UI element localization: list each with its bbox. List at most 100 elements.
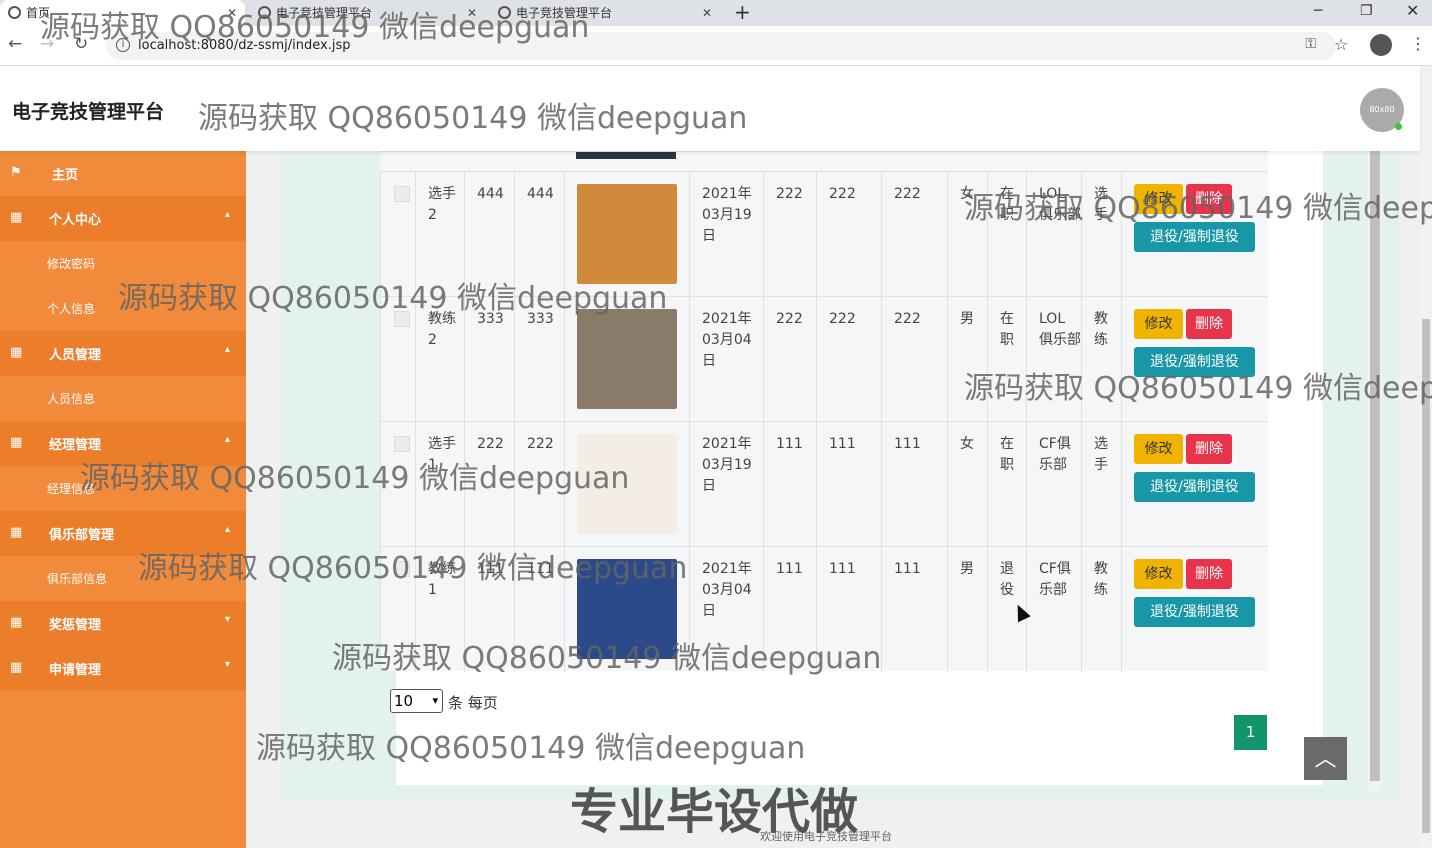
table-cell: 修改 删除退役/强制退役 — [1121, 422, 1268, 547]
sidebar-group-personal[interactable]: ▦ 个人中心 ▴ — [0, 196, 246, 241]
cell-text-line: 在 — [1000, 311, 1014, 327]
grid-icon: ▦ — [10, 615, 23, 630]
photo-thumbnail — [577, 184, 677, 284]
cell-text-line: 职 — [1000, 332, 1014, 348]
cell-text: 111 — [882, 434, 947, 455]
online-status-dot — [1395, 123, 1402, 130]
promo-watermark: 专业毕设代做 — [570, 784, 859, 840]
table-cell: 在职 — [987, 422, 1026, 547]
delete-button[interactable]: 删除 — [1186, 309, 1232, 339]
cell-text: 女 — [948, 434, 987, 455]
cell-text-line: 选手 — [428, 436, 456, 452]
cell-text: 退役 — [988, 559, 1026, 601]
edit-button[interactable]: 修改 — [1134, 559, 1183, 589]
cell-text: 222 — [515, 434, 564, 455]
cell-text-line: 444 — [527, 186, 554, 202]
table-cell: 2021年 03月19 日 — [689, 422, 763, 547]
grid-icon: ▦ — [10, 345, 23, 360]
sidebar-item-label: 个人信息 — [47, 302, 96, 316]
cell-text-line: 乐部 — [1039, 457, 1067, 473]
cell-text: 111 — [764, 434, 816, 455]
cell-text-line: 222 — [776, 186, 803, 202]
cell-text: 222 — [817, 184, 881, 205]
delete-button[interactable]: 删除 — [1186, 559, 1232, 589]
cell-text-line: 444 — [477, 186, 504, 202]
cell-text-line: 2021年 — [702, 436, 752, 452]
cell-text-line: 2021年 — [702, 311, 752, 327]
sidebar-group-staff[interactable]: ▦ 人员管理 ▴ — [0, 331, 246, 376]
sidebar-group-rewards[interactable]: ▦ 奖惩管理 ▾ — [0, 601, 246, 646]
row-checkbox[interactable] — [394, 186, 410, 202]
table-cell: 222 — [763, 172, 816, 297]
new-tab-button[interactable]: + — [734, 0, 751, 24]
menu-kebab-icon[interactable]: ⋮ — [1410, 36, 1426, 52]
key-icon[interactable]: ⚿ — [1305, 36, 1316, 52]
back-icon[interactable]: ← — [8, 34, 22, 54]
maximize-button[interactable]: ❐ — [1360, 0, 1373, 22]
sidebar-item-label: 个人中心 — [49, 213, 102, 228]
per-page-label: 条 每页 — [448, 694, 498, 712]
cell-text-line: 03月04 — [702, 582, 752, 598]
sidebar-item-label: 申请管理 — [49, 663, 102, 678]
back-to-top-button[interactable]: ︿ — [1304, 737, 1347, 780]
grid-icon: ▦ — [10, 435, 23, 450]
page-size-select[interactable]: 10 ▾ — [390, 689, 443, 713]
edit-button[interactable]: 修改 — [1134, 309, 1183, 339]
watermark: 源码获取 QQ86050149 微信deepguan — [40, 10, 590, 45]
table-cell: 111 — [763, 422, 816, 547]
table-cell: 修改 删除退役/强制退役 — [1121, 547, 1268, 672]
sidebar-item-label: 修改密码 — [47, 257, 96, 271]
cell-text-line: 111 — [829, 436, 856, 452]
edit-button[interactable]: 修改 — [1134, 434, 1183, 464]
cell-text-line: 2021年 — [702, 561, 752, 577]
chevron-down-icon: ▾ — [432, 694, 438, 707]
cell-text-line: 俱乐部 — [1039, 332, 1081, 348]
retire-button[interactable]: 退役/强制退役 — [1134, 472, 1255, 502]
row-checkbox[interactable] — [394, 436, 410, 452]
close-window-button[interactable]: ✕ — [1406, 0, 1419, 22]
table-cell: 222 — [816, 297, 881, 422]
cell-text: 222 — [882, 309, 947, 330]
cell-text-line: 日 — [702, 228, 716, 244]
bookmark-star-icon[interactable]: ☆ — [1334, 35, 1348, 54]
chevron-up-icon: ▴ — [225, 434, 231, 445]
profile-icon[interactable] — [1370, 34, 1392, 56]
chevron-up-icon: ▴ — [225, 524, 231, 535]
table-cell: 2021年 03月19 日 — [689, 172, 763, 297]
content-scrollbar[interactable] — [1368, 151, 1382, 791]
cell-text: 选手 — [1082, 434, 1121, 476]
table-cell: 女 — [947, 422, 987, 547]
watermark: 源码获取 QQ86050149 微信deepguan — [256, 731, 806, 766]
minimize-button[interactable]: ─ — [1314, 0, 1322, 22]
cell-text: 222 — [764, 309, 816, 330]
cell-text: CF俱 乐部 — [1027, 559, 1081, 601]
avatar-label: 80x80 — [1369, 105, 1395, 114]
cell-text: 男 — [948, 309, 987, 330]
cell-text: LOL 俱乐部 — [1027, 309, 1081, 351]
cell-text: 444 — [465, 184, 514, 205]
globe-icon — [8, 6, 21, 19]
page-button-current[interactable]: 1 — [1234, 715, 1267, 750]
close-tab-icon[interactable]: ✕ — [702, 0, 712, 26]
watermark: 源码获取 QQ86050149 微信deepguan — [198, 101, 748, 136]
cell-text: 教练 — [1082, 559, 1121, 601]
cell-text-line: 222 — [894, 186, 921, 202]
sidebar-item-staff-info[interactable]: 人员信息 — [0, 376, 246, 421]
flag-icon: ⚑ — [10, 165, 22, 180]
sidebar-group-applications[interactable]: ▦ 申请管理 ▾ — [0, 646, 246, 691]
table-cell: 111 — [881, 422, 947, 547]
cell-text-line: 2 — [428, 207, 437, 223]
cell-text: CF俱 乐部 — [1027, 434, 1081, 476]
cell-text-line: 222 — [894, 311, 921, 327]
scrollbar-thumb[interactable] — [1370, 151, 1380, 781]
delete-button[interactable]: 删除 — [1186, 434, 1232, 464]
watermark: 源码获取 QQ86050149 微信deepguan — [964, 191, 1432, 226]
cell-text: 2021年 03月04 日 — [690, 309, 763, 372]
sidebar-item-home[interactable]: ⚑ 主页 — [0, 151, 246, 196]
page-size-value: 10 — [394, 692, 414, 710]
cell-text-line: 日 — [702, 353, 716, 369]
retire-button[interactable]: 退役/强制退役 — [1134, 597, 1255, 627]
chevron-down-icon: ▾ — [225, 614, 231, 625]
avatar[interactable]: 80x80 — [1360, 88, 1404, 132]
app-title: 电子竞技管理平台 — [12, 101, 165, 123]
